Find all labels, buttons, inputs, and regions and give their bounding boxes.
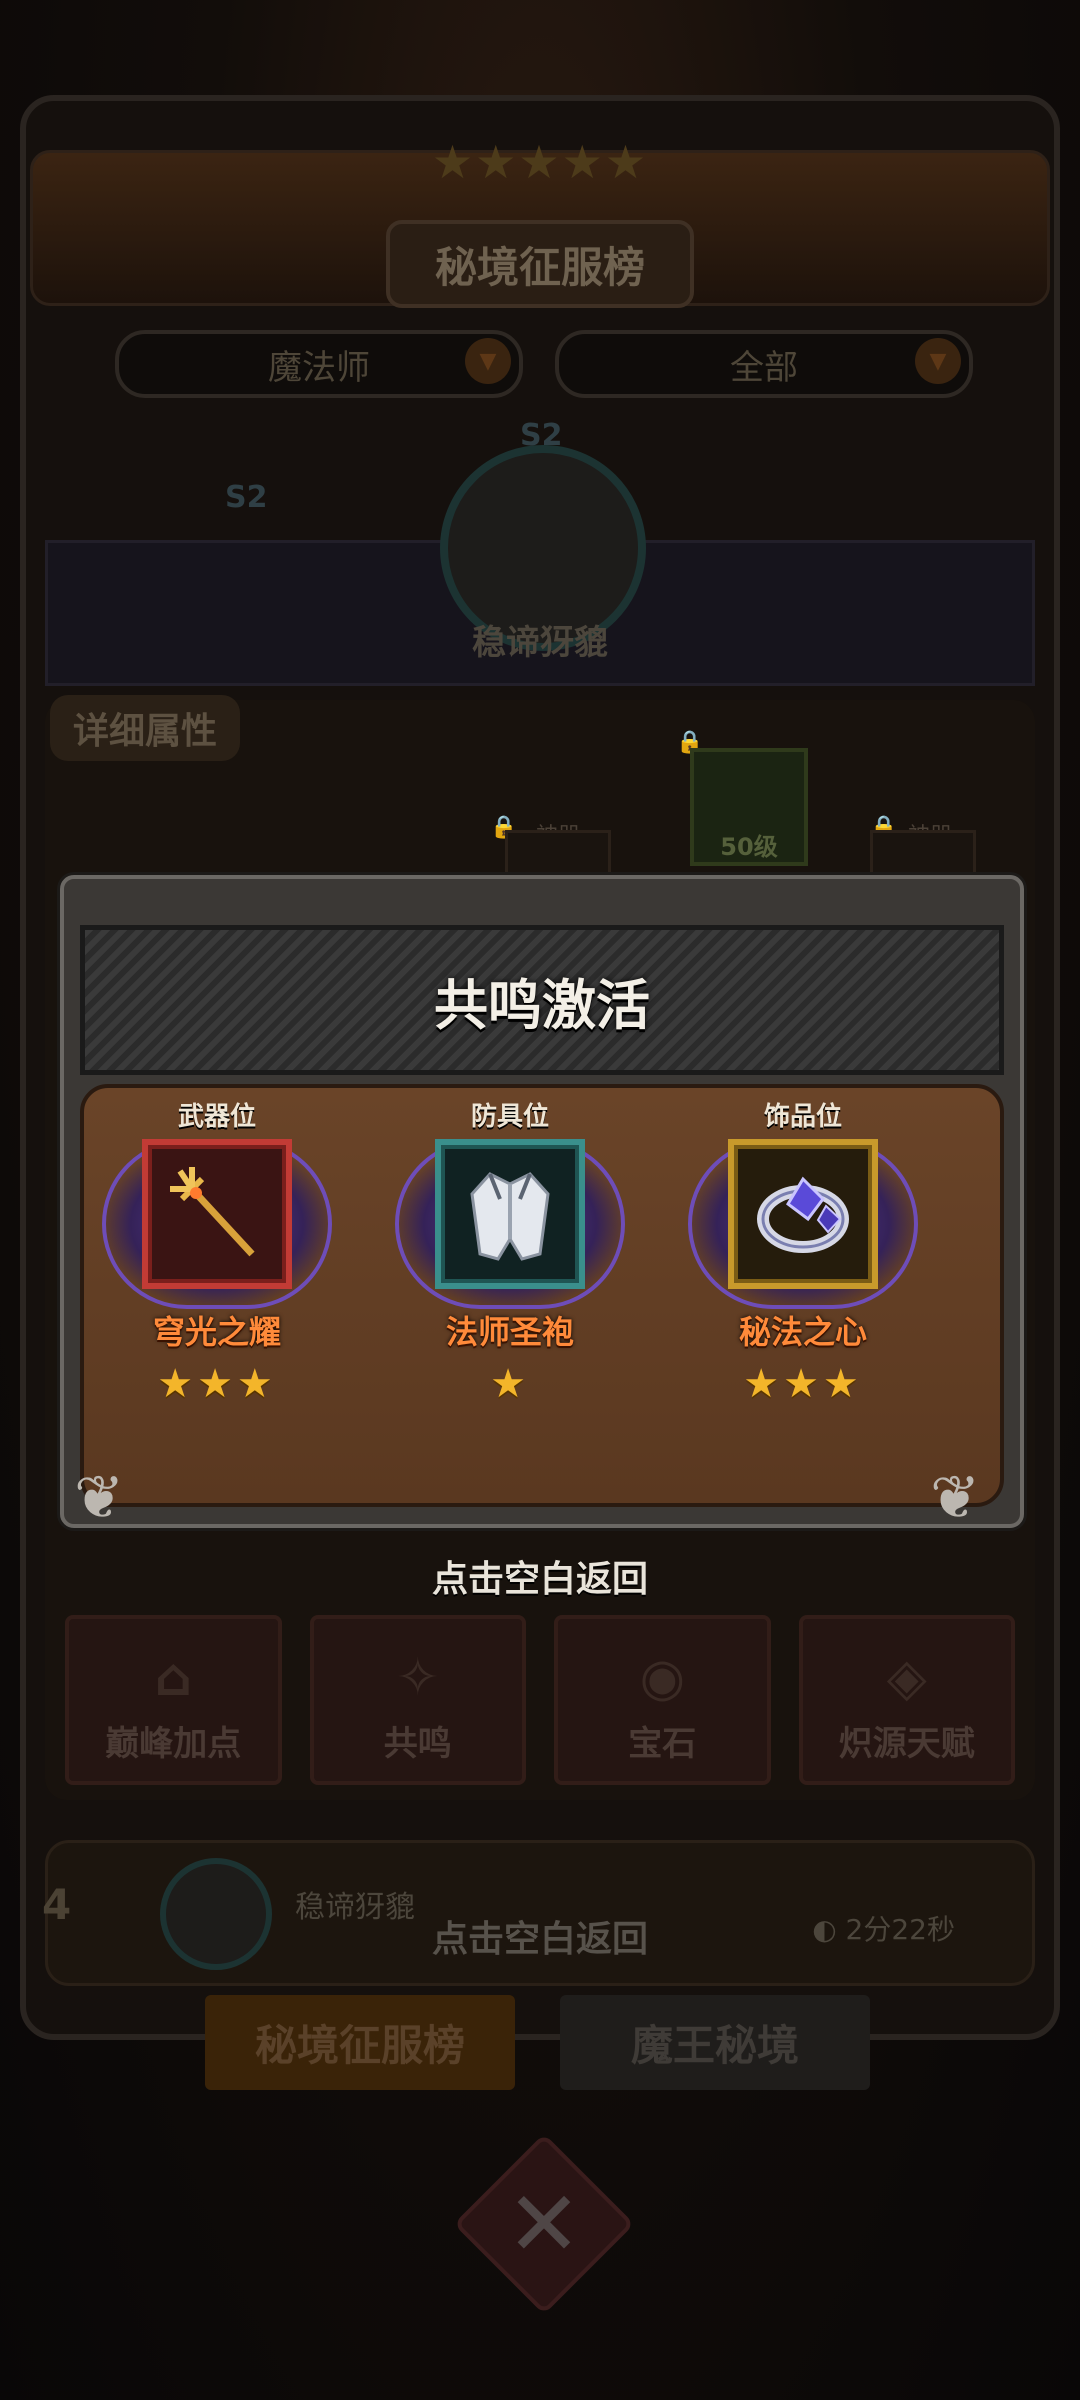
house-plus-icon: ⌂	[154, 1648, 192, 1708]
corner-ornament-icon: ❦	[74, 1463, 125, 1533]
gem-label: 宝石	[628, 1724, 697, 1764]
trident-icon	[142, 1139, 292, 1289]
item-frame	[688, 1139, 918, 1309]
close-icon: ✕	[506, 2171, 582, 2277]
star-icon: ★	[157, 1361, 198, 1407]
corner-ornament-icon: ❦	[930, 1463, 981, 1533]
item-name: 穹光之耀	[152, 1313, 281, 1351]
accessory-item[interactable]: 饰品位 秘法之心 ★★★	[678, 1096, 928, 1407]
item-frame	[395, 1139, 625, 1309]
item-name: 秘法之心	[738, 1313, 867, 1351]
function-buttons: ⌂ 巅峰加点 ✧ 共鸣 ◉ 宝石 ◈ 炽源天赋	[65, 1615, 1015, 1785]
star-icon: ★	[490, 1361, 530, 1407]
peak-points-button[interactable]: ⌂ 巅峰加点	[65, 1615, 282, 1785]
resonance-button[interactable]: ✧ 共鸣	[309, 1615, 526, 1785]
star-rating: ★★★	[678, 1361, 928, 1407]
gem-button[interactable]: ◉ 宝石	[554, 1615, 771, 1785]
class-filter-value: 魔法师	[268, 347, 370, 388]
resonance-icon: ✧	[395, 1648, 440, 1708]
tab-conquest-ranking[interactable]: 秘境征服榜	[205, 1995, 515, 2090]
close-hint[interactable]: 点击空白返回	[0, 1550, 1080, 1602]
modal-title: 共鸣激活	[434, 973, 650, 1037]
level-locked-slot: 50级	[690, 748, 808, 866]
bottom-tabs: 秘境征服榜 魔王秘境	[205, 1995, 870, 2090]
item-name: 法师圣袍	[445, 1313, 574, 1351]
banner-stars-icon: ★★★★★	[431, 135, 649, 189]
armor-item[interactable]: 防具位 法师圣袍 ★	[385, 1096, 635, 1407]
item-frame	[102, 1139, 332, 1309]
tab-detail-attributes[interactable]: 详细属性	[50, 695, 240, 761]
resonance-modal: 共鸣激活 武器位 穹光之耀 ★★★ 防具位 法师圣袍 ★ 饰品位 秘法之心 ★★…	[60, 875, 1024, 1533]
modal-body: 武器位 穹光之耀 ★★★ 防具位 法师圣袍 ★ 饰品位 秘法之心 ★★★ ❦ ❦	[74, 1084, 1004, 1533]
talent-label: 炽源天赋	[838, 1724, 975, 1764]
tab-demon-realm[interactable]: 魔王秘境	[560, 1995, 870, 2090]
gem-icon: ◉	[639, 1648, 685, 1708]
scope-filter-value: 全部	[730, 347, 798, 388]
chevron-down-icon: ▼	[465, 338, 511, 384]
weapon-item[interactable]: 武器位 穹光之耀 ★★★	[92, 1096, 342, 1407]
class-filter-dropdown[interactable]: 魔法师 ▼	[115, 330, 523, 398]
robe-icon	[435, 1139, 585, 1289]
talent-button[interactable]: ◈ 炽源天赋	[798, 1615, 1015, 1785]
chevron-down-icon: ▼	[915, 338, 961, 384]
peak-points-label: 巅峰加点	[105, 1724, 242, 1764]
star-icon: ★	[197, 1361, 237, 1407]
star-icon: ★	[236, 1361, 277, 1407]
close-hint-secondary: 点击空白返回	[431, 1919, 648, 1960]
star-icon: ★	[743, 1361, 784, 1407]
slot-label: 饰品位	[763, 1102, 842, 1132]
star-rating: ★★★	[92, 1361, 342, 1407]
page-title: 秘境征服榜	[386, 220, 694, 308]
slot-label: 武器位	[177, 1102, 256, 1132]
talent-eye-icon: ◈	[886, 1648, 927, 1708]
player-name: 稳谛犽貔	[472, 623, 608, 663]
modal-header: 共鸣激活	[80, 925, 1004, 1075]
ring-icon	[728, 1139, 878, 1289]
star-rating: ★	[385, 1361, 635, 1407]
level-slot-label: 50级	[720, 833, 778, 861]
season-badge: S2	[225, 480, 268, 515]
resonance-label: 共鸣	[383, 1724, 452, 1764]
star-icon: ★	[783, 1361, 823, 1407]
slot-label: 防具位	[470, 1102, 549, 1132]
star-icon: ★	[822, 1361, 863, 1407]
scope-filter-dropdown[interactable]: 全部 ▼	[555, 330, 973, 398]
